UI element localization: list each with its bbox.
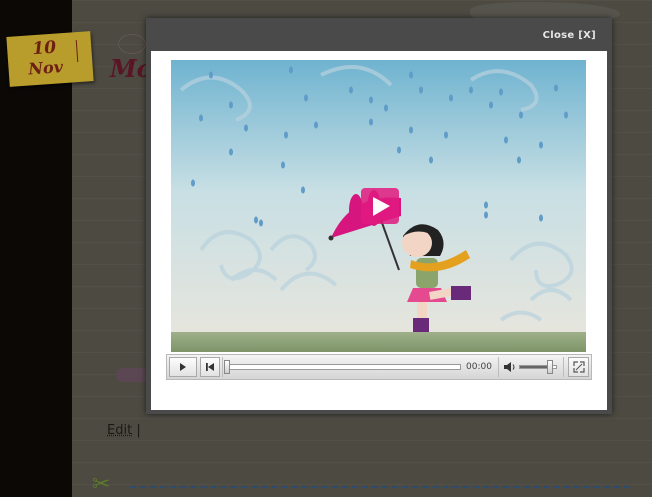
video-frame[interactable]: [171, 60, 586, 352]
video-play-overlay: [361, 188, 399, 224]
seek-bar[interactable]: [224, 360, 461, 374]
scissors-icon: ✂: [92, 472, 111, 497]
date-month: Nov: [27, 57, 64, 79]
fullscreen-icon: [572, 361, 585, 373]
volume-level: [520, 366, 551, 368]
lightbox-content: 00:00: [151, 51, 607, 410]
title-swirl-decoration: [118, 34, 146, 54]
video-still-illustration: [171, 60, 586, 352]
controls-divider: [563, 357, 564, 377]
date-tag: 10 Nov: [6, 31, 94, 87]
fullscreen-button[interactable]: [568, 357, 589, 377]
edit-separator: |: [136, 423, 141, 438]
play-icon: [180, 363, 186, 371]
video-lightbox: Close [X] 00:00: [146, 18, 612, 414]
volume-handle[interactable]: [547, 360, 554, 374]
skip-back-button[interactable]: [200, 357, 220, 377]
volume-slider[interactable]: [519, 360, 557, 374]
edit-link[interactable]: Edit: [107, 423, 132, 438]
skip-back-icon: [206, 363, 214, 371]
post-edit-area: Edit |: [107, 423, 141, 438]
close-button[interactable]: Close [X]: [543, 30, 596, 41]
seek-handle[interactable]: [224, 360, 230, 374]
controls-divider: [222, 357, 223, 377]
video-controls: 00:00: [166, 354, 592, 380]
time-display: 00:00: [466, 362, 492, 372]
speaker-icon[interactable]: [503, 360, 517, 374]
dashed-divider: [130, 486, 630, 488]
play-button[interactable]: [169, 357, 197, 377]
comment-bubble: [116, 368, 150, 382]
controls-divider: [498, 357, 499, 377]
